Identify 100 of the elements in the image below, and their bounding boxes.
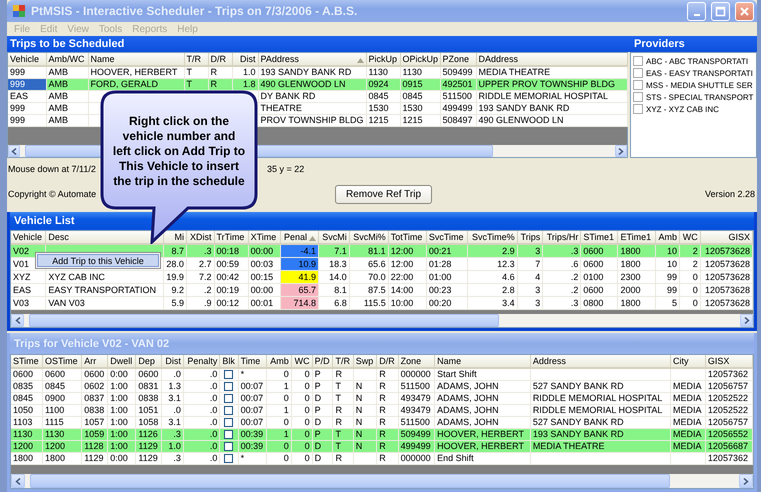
- column-header[interactable]: XTime: [248, 231, 280, 244]
- checkbox[interactable]: [224, 382, 234, 392]
- column-header[interactable]: Swp: [353, 355, 377, 368]
- column-header[interactable]: Dep: [136, 355, 162, 368]
- table-row[interactable]: 0835 0845 0602 1:00 0831 1.3 .0 00:07 1 0 P T N R 511500 ADAMS, JOHN 527 SANDY BANK RD MEDIA 12056757: [11, 380, 752, 392]
- scroll-left-button[interactable]: [11, 314, 24, 327]
- table-cell: 5.9: [163, 296, 186, 310]
- table-cell: 999: [8, 102, 46, 114]
- section-title: Providers: [633, 38, 685, 50]
- column-header[interactable]: SvcMi%: [349, 231, 388, 244]
- column-header[interactable]: PZone: [440, 53, 476, 66]
- scroll-left-button[interactable]: [8, 145, 20, 157]
- table-cell: 1800: [11, 452, 42, 464]
- column-header[interactable]: Arr: [82, 355, 108, 368]
- minimize-button[interactable]: [687, 2, 706, 20]
- column-header[interactable]: Penalty: [183, 355, 220, 368]
- table-row[interactable]: 0845 0900 0837 1:00 0838 3.1 .0 00:07 0 0 D T N R 493479 ADAMS, JOHN RIDDLE MEMORIAL HOSPITAL MEDIA 12052522: [11, 392, 752, 404]
- table-row[interactable]: 1050 1100 0838 1:00 1051 .0 .0 00:07 1 0 P R N R 493479 ADAMS, JOHN RIDDLE MEMORIAL HOSPITAL MEDIA 12052522: [11, 404, 752, 416]
- column-header[interactable]: Zone: [398, 355, 435, 368]
- table-row[interactable]: 1130 1130 1059 1:00 1126 .3 .0 00:39 1 0 P T N R 509499 HOOVER, HERBERT 193 SANDY BANK RD MEDIA 12056552: [11, 428, 752, 440]
- table-cell: -4.1: [280, 244, 319, 258]
- horizontal-scrollbar[interactable]: [11, 314, 753, 327]
- close-button[interactable]: [735, 2, 754, 20]
- column-header[interactable]: Trips: [517, 231, 543, 244]
- column-header[interactable]: D/R: [208, 53, 232, 66]
- table-row[interactable]: 0600 0600 0600 0:00 0600 .0 .0 * 0 0 P R R 000000 Start Shift 12057362: [11, 368, 752, 380]
- column-header[interactable]: GISX: [700, 231, 752, 244]
- column-header[interactable]: PAddress: [258, 53, 366, 66]
- checkbox[interactable]: [224, 430, 234, 440]
- column-header[interactable]: TrTime: [214, 231, 248, 244]
- table-cell: 1:00: [108, 392, 136, 404]
- checkbox[interactable]: [633, 56, 643, 66]
- column-header[interactable]: Dist: [162, 355, 184, 368]
- column-header[interactable]: SvcMi: [318, 231, 350, 244]
- column-header[interactable]: Address: [530, 355, 670, 368]
- table-cell: 1:00: [108, 380, 136, 392]
- column-header[interactable]: WC: [291, 355, 312, 368]
- table-row[interactable]: 999 AMB FORD, GERALD T R 1.8 490 GLENWOOD LN 0924 0915 492501 UPPER PROV TOWNSHIP BLDG: [8, 78, 627, 90]
- scroll-left-button[interactable]: [11, 474, 25, 488]
- column-header[interactable]: STime1: [580, 231, 618, 244]
- table-row[interactable]: XYZ XYZ CAB INC 19.9 7.2 00:42 00:15 41.9 14.0 70.0 22:00 01:00 4.6 4 .2 0100 2300 99 0 120573628: [11, 270, 752, 284]
- checkbox[interactable]: [224, 442, 234, 452]
- column-header[interactable]: City: [670, 355, 706, 368]
- column-header[interactable]: PickUp: [366, 53, 400, 66]
- column-header[interactable]: T/R: [184, 53, 208, 66]
- column-header[interactable]: Amb/WC: [46, 53, 88, 66]
- column-header[interactable]: DAddress: [476, 53, 627, 66]
- column-header[interactable]: Vehicle: [8, 53, 46, 66]
- column-header[interactable]: Amb: [266, 355, 292, 368]
- table-cell: RIDDLE MEMORIAL HOSPITAL: [530, 404, 670, 416]
- column-header[interactable]: SvcTime: [426, 231, 468, 244]
- checkbox[interactable]: [633, 80, 643, 90]
- checkbox[interactable]: [633, 104, 643, 114]
- checkbox[interactable]: [224, 454, 234, 464]
- scroll-right-button[interactable]: [739, 474, 753, 488]
- checkbox[interactable]: [633, 68, 643, 78]
- menu-item[interactable]: Add Trip to this Vehicle: [37, 254, 159, 267]
- column-header[interactable]: Trips/Hr: [542, 231, 581, 244]
- column-header[interactable]: ETime1: [618, 231, 656, 244]
- table-row[interactable]: EAS EASY TRANSPORTATION 9.2 .2 00:19 00:00 65.7 8.1 87.5 14:00 00:23 2.8 3 .2 0600 2000 99 0 120573628: [11, 284, 752, 296]
- table-cell: R: [376, 452, 398, 464]
- scroll-thumb[interactable]: [29, 314, 499, 327]
- column-header[interactable]: Amb: [655, 231, 680, 244]
- column-header[interactable]: Mi: [163, 231, 186, 244]
- remove-ref-trip-button[interactable]: Remove Ref Trip: [335, 184, 432, 204]
- table-row[interactable]: V03 VAN V03 5.9 .9 00:12 00:01 714.8 6.8 115.5 10:00 00:20 3.4 3 .3 0800 1800 5 0 120573628: [11, 296, 752, 310]
- column-header[interactable]: GISX: [705, 355, 752, 368]
- column-header[interactable]: Dwell: [108, 355, 136, 368]
- column-header[interactable]: TotTime: [388, 231, 426, 244]
- column-header[interactable]: OSTime: [42, 355, 82, 368]
- scroll-right-button[interactable]: [740, 314, 753, 327]
- checkbox[interactable]: [224, 406, 234, 416]
- column-header[interactable]: Dist: [232, 53, 258, 66]
- column-header[interactable]: SvcTime%: [468, 231, 518, 244]
- maximize-button[interactable]: [711, 2, 730, 20]
- column-header[interactable]: D/R: [376, 355, 398, 368]
- scroll-right-button[interactable]: [615, 145, 627, 157]
- column-header[interactable]: Vehicle: [11, 231, 46, 244]
- checkbox[interactable]: [224, 370, 234, 380]
- chevron-right-icon: [744, 317, 750, 324]
- column-header[interactable]: T/R: [332, 355, 354, 368]
- column-header[interactable]: STime: [11, 355, 42, 368]
- column-header[interactable]: Name: [88, 53, 184, 66]
- column-header[interactable]: WC: [680, 231, 700, 244]
- column-header[interactable]: Time: [238, 355, 267, 368]
- table-row[interactable]: 1800 1800 1129 0:00 1129 .3 .0 * 0 0 D R R 000000 End Shift 12057362: [11, 452, 752, 464]
- table-cell: 10.9: [280, 258, 319, 270]
- column-header[interactable]: Name: [434, 355, 530, 368]
- column-header[interactable]: XDist: [186, 231, 214, 244]
- table-cell: 2.9: [468, 244, 518, 258]
- column-header[interactable]: OPickUp: [400, 53, 440, 66]
- checkbox[interactable]: [633, 92, 643, 102]
- table-row[interactable]: 1200 1200 1128 1:00 1129 1.0 .0 00:39 0 0 D T N R 499499 HOOVER, HERBERT MEDIA THEATRE MEDIA 12056687: [11, 440, 752, 452]
- column-header[interactable]: Blk: [220, 355, 238, 368]
- checkbox[interactable]: [224, 418, 234, 428]
- column-header[interactable]: Penal: [280, 231, 319, 244]
- column-header[interactable]: Desc: [46, 231, 164, 244]
- column-header[interactable]: P/D: [312, 355, 333, 368]
- table-cell: 1215: [400, 114, 440, 126]
- checkbox[interactable]: [224, 394, 234, 404]
